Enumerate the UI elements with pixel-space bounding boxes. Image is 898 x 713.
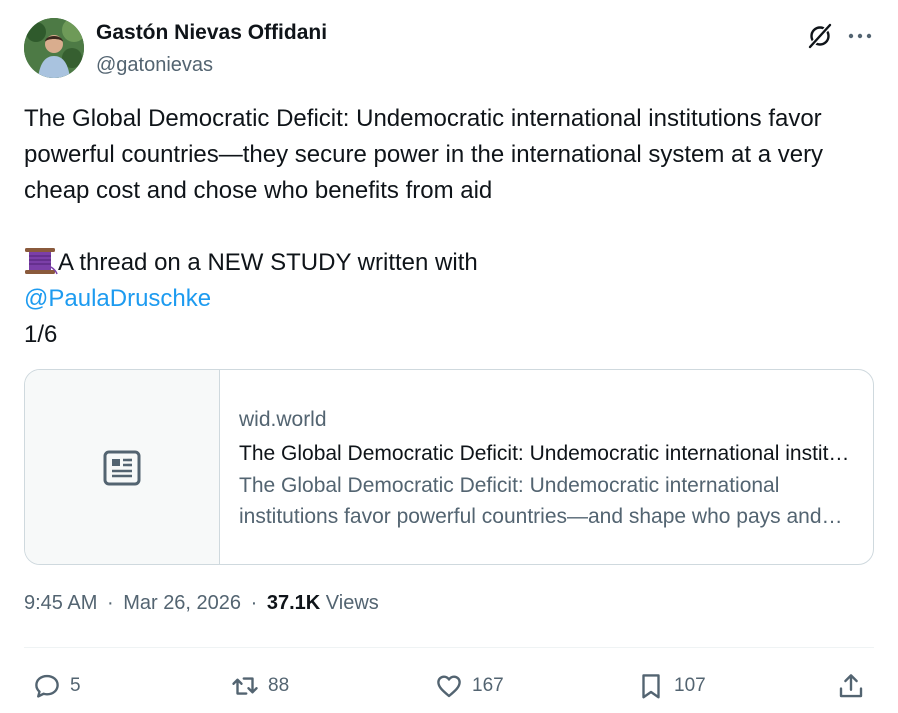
thread-counter: 1/6: [24, 321, 58, 348]
views-label: Views: [325, 592, 379, 614]
meta-separator: ·: [250, 592, 258, 614]
article-icon: [103, 450, 141, 486]
repost-count: 88: [268, 675, 290, 696]
action-bar: 5 88 167 107: [24, 666, 874, 706]
link-preview-card[interactable]: wid.world The Global Democratic Deficit:…: [24, 369, 874, 565]
bookmark-button[interactable]: 107: [636, 666, 706, 706]
divider: [24, 647, 874, 648]
views-count: 37.1K: [266, 592, 321, 614]
tweet-line: powerful countries—they secure power in …: [24, 141, 824, 168]
tweet-meta: 9:45 AM · Mar 26, 2026 · 37.1K Views: [24, 592, 379, 615]
thread-text: A thread on a NEW STUDY written with: [58, 249, 478, 276]
tweet-text: The Global Democratic Deficit: Undemocra…: [24, 101, 884, 353]
heart-icon: [437, 675, 461, 698]
tweet-time[interactable]: 9:45 AM: [24, 592, 97, 614]
author-handle[interactable]: @gatonievas: [96, 54, 213, 77]
bookmark-count: 107: [674, 675, 706, 696]
reply-count: 5: [70, 675, 81, 696]
thread-line: A thread on a NEW STUDY written with: [24, 245, 884, 281]
like-button[interactable]: 167: [434, 666, 504, 706]
card-thumbnail: [25, 370, 220, 564]
avatar[interactable]: [24, 18, 84, 78]
tweet-header: Gastón Nievas Offidani @gatonievas: [24, 18, 874, 80]
author-name[interactable]: Gastón Nievas Offidani: [96, 21, 327, 45]
repost-button[interactable]: 88: [230, 666, 289, 706]
reply-button[interactable]: 5: [32, 666, 81, 706]
share-button[interactable]: [836, 666, 866, 706]
mention-link[interactable]: @PaulaDruschke: [24, 285, 211, 312]
card-body: wid.world The Global Democratic Deficit:…: [239, 406, 854, 532]
card-domain: wid.world: [239, 408, 327, 431]
grok-icon[interactable]: [806, 22, 834, 50]
tweet-date[interactable]: Mar 26, 2026: [123, 592, 241, 614]
tweet-line: cheap cost and chose who benefits from a…: [24, 177, 493, 204]
like-count: 167: [472, 675, 504, 696]
share-icon: [839, 674, 863, 698]
repost-icon: [232, 677, 258, 695]
bookmark-icon: [642, 674, 660, 699]
reply-icon: [35, 674, 59, 698]
card-title: The Global Democratic Deficit: Undemocra…: [239, 442, 854, 465]
meta-separator: ·: [106, 592, 114, 614]
tweet-line: The Global Democratic Deficit: Undemocra…: [24, 105, 822, 132]
card-description: The Global Democratic Deficit: Undemocra…: [239, 474, 822, 528]
spool-of-thread-emoji: [24, 247, 58, 275]
more-icon[interactable]: [846, 22, 874, 50]
